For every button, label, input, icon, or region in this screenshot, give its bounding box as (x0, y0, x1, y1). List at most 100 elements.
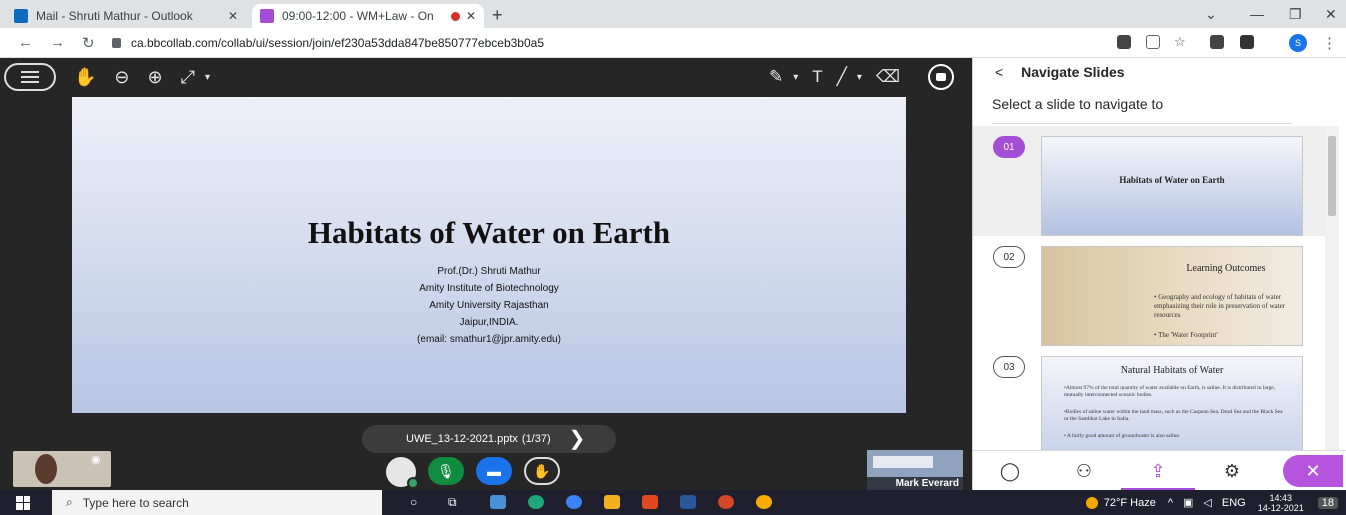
presentation-slide: Habitats of Water on Earth Prof.(Dr.) Sh… (72, 97, 906, 413)
scrollbar[interactable] (1325, 126, 1339, 456)
word-icon[interactable] (680, 495, 696, 509)
video-content (873, 456, 933, 468)
slide-list: 01 Habitats of Water on Earth 02 Learnin… (973, 126, 1325, 456)
stage-toolbar-left: ✋ ⊖ ⊕ ⤢ ▾ (4, 63, 210, 91)
slide-line: Amity University Rajasthan (429, 300, 549, 311)
network-icon[interactable]: ▣ (1183, 496, 1193, 509)
weather-app-icon[interactable] (490, 495, 506, 509)
file-explorer-icon[interactable] (604, 495, 620, 509)
scrollbar-thumb[interactable] (1328, 136, 1336, 216)
tab-collaborate[interactable]: 09:00-12:00 - WM+Law - On ✕ (252, 4, 484, 28)
cortana-icon[interactable]: ○ (410, 495, 426, 509)
slide-thumbnail[interactable]: Learning Outcomes • Geography and ecolog… (1041, 246, 1303, 346)
puzzle-icon[interactable] (1240, 35, 1254, 49)
search-placeholder: Type here to search (82, 495, 189, 510)
eye-icon: ◉ (91, 454, 101, 466)
participant-video[interactable]: Mark Everard (867, 450, 963, 490)
close-tab-icon[interactable]: ✕ (228, 9, 238, 23)
language-indicator[interactable]: ENG (1222, 497, 1246, 509)
chevron-down-icon[interactable]: ▾ (205, 72, 210, 83)
close-tab-icon[interactable]: ✕ (466, 9, 476, 23)
microphone-button[interactable]: 🎙 (428, 457, 464, 485)
participant-name: Mark Everard (867, 477, 963, 490)
slide-item[interactable]: 01 Habitats of Water on Earth (973, 126, 1325, 236)
clock-time: 14:43 (1269, 492, 1292, 503)
file-navigator: UWE_13-12-2021.pptx (1/37) ❯ (362, 425, 616, 453)
slide-line: Amity Institute of Biotechnology (419, 283, 559, 294)
camera-button[interactable]: ▬ (476, 457, 512, 485)
close-panel-button[interactable]: ✕ (1283, 454, 1343, 487)
chrome-icon[interactable] (756, 495, 772, 509)
profile-avatar[interactable]: S (1289, 34, 1307, 52)
tab-outlook[interactable]: Mail - Shruti Mathur - Outlook ✕ (6, 4, 246, 28)
chevron-down-icon[interactable]: ▾ (857, 72, 862, 83)
attendees-icon[interactable]: ⚇ (1047, 451, 1121, 491)
raise-hand-button[interactable]: ✋ (524, 457, 560, 485)
slide-number: 01 (993, 136, 1025, 158)
clear-annotations-icon[interactable]: ⌫ (876, 63, 900, 91)
file-name: UWE_13-12-2021.pptx (406, 433, 518, 445)
panel-title: Navigate Slides (1021, 64, 1125, 80)
windows-start-icon[interactable] (16, 495, 30, 510)
office-icon[interactable] (642, 495, 658, 509)
slide-thumbnail[interactable]: Habitats of Water on Earth (1041, 136, 1303, 236)
weather-text[interactable]: 72°F Haze (1104, 497, 1156, 509)
powerpoint-icon[interactable] (718, 495, 734, 509)
back-icon[interactable]: ← (18, 34, 33, 51)
next-slide-icon[interactable]: ❯ (569, 429, 586, 449)
slide-line: Prof.(Dr.) Shruti Mathur (437, 266, 541, 277)
volume-icon[interactable]: ◁ (1203, 496, 1211, 509)
tab-search-icon[interactable]: ⌄ (1205, 6, 1217, 23)
task-view-icon[interactable]: ⧉ (448, 495, 464, 509)
self-video[interactable]: ◉ (13, 451, 111, 487)
camera-icon: ▬ (487, 463, 501, 479)
restore-button[interactable]: ❐ (1289, 6, 1302, 23)
status-check-icon (407, 477, 419, 489)
slide-position: (1/37) (521, 433, 551, 445)
ie-icon[interactable] (566, 495, 582, 509)
slide-number: 03 (993, 356, 1025, 378)
slide-item[interactable]: 03 Natural Habitats of Water •Almost 97%… (973, 346, 1325, 456)
notification-count[interactable]: 18 (1317, 496, 1338, 509)
extension-icon[interactable] (1210, 35, 1224, 49)
url-field[interactable]: ca.bbcollab.com/collab/ui/session/join/e… (112, 33, 1092, 53)
mic-icon: 🎙 (437, 462, 455, 479)
settings-gear-icon[interactable]: ⚙ (1195, 451, 1269, 491)
my-status-button[interactable] (386, 457, 419, 489)
stop-sharing-button[interactable] (928, 64, 954, 90)
share-icon[interactable] (1146, 35, 1160, 49)
back-chevron-icon[interactable]: < (995, 64, 1003, 80)
navigate-slides-panel: < Navigate Slides Select a slide to navi… (972, 58, 1346, 491)
fit-screen-icon[interactable]: ⤢ (181, 63, 195, 91)
line-tool-icon[interactable]: ╱ (837, 63, 847, 91)
new-tab-button[interactable]: + (492, 5, 503, 26)
zoom-out-icon[interactable]: ⊖ (114, 63, 129, 91)
chat-icon[interactable]: ◯ (973, 451, 1047, 491)
chevron-up-icon[interactable]: ^ (1168, 497, 1173, 509)
bookmark-star-icon[interactable]: ☆ (1174, 35, 1188, 49)
close-window-button[interactable]: ✕ (1325, 6, 1337, 23)
camera-permission-icon[interactable] (1117, 35, 1131, 49)
slide-item[interactable]: 02 Learning Outcomes • Geography and eco… (973, 236, 1325, 346)
slide-thumbnail[interactable]: Natural Habitats of Water •Almost 97% of… (1041, 356, 1303, 456)
hand-icon: ✋ (533, 462, 551, 479)
share-content-icon[interactable]: ⇪ (1121, 451, 1195, 491)
edge-icon[interactable] (528, 495, 544, 509)
session-controls: 🎙 ▬ ✋ (386, 457, 560, 489)
text-tool-icon[interactable]: T (812, 63, 822, 91)
minimize-button[interactable]: — (1250, 6, 1264, 22)
chevron-down-icon[interactable]: ▾ (793, 72, 798, 83)
tab-title: Mail - Shruti Mathur - Outlook (36, 9, 193, 23)
clock[interactable]: 14:43 14-12-2021 (1258, 493, 1304, 513)
session-menu-button[interactable] (4, 63, 56, 91)
reload-icon[interactable]: ↻ (82, 34, 95, 52)
thumb-bullet: • Geography and ecology of habitats of w… (1154, 293, 1286, 319)
pan-hand-icon[interactable]: ✋ (74, 63, 96, 91)
more-menu-icon[interactable]: ⋮ (1322, 34, 1337, 52)
panel-subtitle: Select a slide to navigate to (992, 96, 1164, 112)
forward-icon[interactable]: → (50, 34, 65, 51)
panel-footer: ◯ ⚇ ⇪ ⚙ ✕ (973, 450, 1346, 491)
zoom-in-icon[interactable]: ⊕ (148, 63, 163, 91)
pencil-icon[interactable]: ✎ (769, 63, 783, 91)
taskbar-search[interactable]: ⌕ Type here to search (52, 490, 382, 515)
